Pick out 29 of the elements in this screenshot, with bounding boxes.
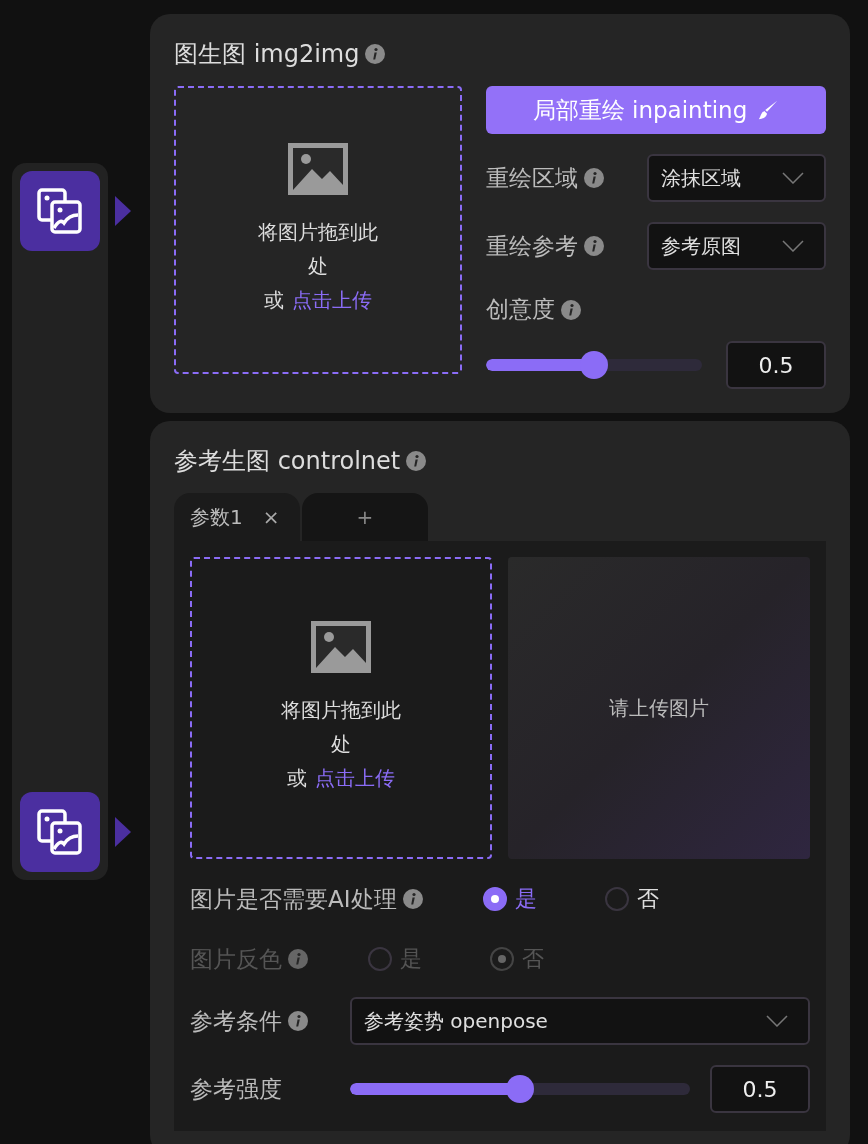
dropdown[interactable]: 参考原图 (647, 222, 826, 270)
image-preview-area: 请上传图片 (508, 557, 810, 859)
dropdown[interactable]: 涂抹区域 (647, 154, 826, 202)
number-field[interactable]: 0.5 (710, 1065, 810, 1113)
or-text: 或 (287, 765, 307, 792)
field-label: 创意度 (486, 295, 555, 324)
drop-prompt: 将图片拖到此处 (257, 219, 379, 280)
field-label: 图片反色 (190, 944, 282, 974)
dropdown[interactable]: 参考姿势 openpose (350, 997, 810, 1045)
upload-dropzone[interactable]: 将图片拖到此处 或 点击上传 (174, 86, 462, 374)
field-label: 重绘区域 (486, 163, 578, 193)
field-label: 图片是否需要AI处理 (190, 884, 397, 914)
tab[interactable]: + (302, 493, 428, 541)
field-label: 重绘参考 (486, 231, 578, 261)
field-label: 参考强度 (190, 1074, 282, 1104)
upload-dropzone[interactable]: 将图片拖到此处 或 点击上传 (190, 557, 492, 859)
inpaint-button[interactable]: 局部重绘 inpainting (486, 86, 826, 134)
section-title: 参考生图 controlnet (174, 446, 401, 477)
radio-option[interactable]: 是 (482, 884, 605, 914)
field-label: 参考条件 (190, 1006, 282, 1036)
section-title: 图生图 img2img (174, 39, 360, 70)
or-text: 或 (264, 287, 284, 314)
radio-option[interactable]: 否 (604, 884, 727, 914)
close-tab-icon[interactable]: × (262, 505, 280, 529)
tab[interactable]: 参数1 × (174, 493, 300, 541)
drop-prompt: 将图片拖到此处 (280, 697, 402, 758)
upload-link[interactable]: 点击上传 (292, 283, 372, 317)
number-field[interactable]: 0.5 (726, 341, 826, 389)
upload-link[interactable]: 点击上传 (315, 761, 395, 795)
